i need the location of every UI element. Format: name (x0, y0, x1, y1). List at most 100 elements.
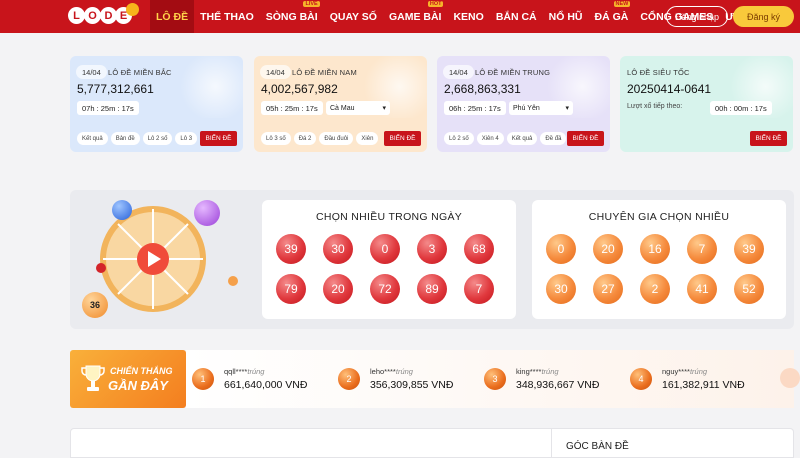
next-arrow[interactable] (780, 368, 800, 388)
card-subtitle: Lượt xổ tiếp theo: (627, 103, 683, 110)
lucky-wheel[interactable] (98, 204, 208, 314)
bottom-right-title: GÓC BÀN ĐỀ (566, 441, 629, 452)
card-link-chip[interactable]: Đầu đuôi (319, 132, 354, 145)
register-button[interactable]: Đăng ký (733, 6, 794, 27)
number-ball[interactable]: 79 (276, 274, 306, 304)
card-timer: 00h : 00m : 17s (710, 101, 772, 115)
number-ball[interactable]: 72 (370, 274, 400, 304)
winner-username: nguy**** (662, 367, 690, 376)
winner-status: trúng (395, 367, 413, 376)
card-link-chip[interactable]: Đề đầ (540, 132, 567, 145)
lottery-card[interactable]: 14/04 LÔ ĐỀ MIỀN BẮC 5,777,312,661 07h : 25… (70, 56, 243, 152)
card-link-chip[interactable]: Đá 2 (293, 132, 317, 145)
number-ball[interactable]: 89 (417, 274, 447, 304)
nav-item-label: NỔ HŨ (548, 10, 583, 23)
lottery-card[interactable]: 14/04 LÔ ĐỀ MIỀN NAM 4,002,567,982 05h : 25… (254, 56, 427, 152)
nav-item-label: LÔ ĐỀ (156, 10, 189, 23)
province-select-value: Cà Mau (330, 104, 355, 112)
winner-entry: 2 leho****trúng 356,309,855 VNĐ (338, 362, 478, 396)
card-timer: 07h : 25m : 17s (77, 101, 139, 115)
card-link-chip[interactable]: Lô 2 số (444, 132, 474, 145)
wheel-ball-number: 36 (82, 292, 108, 318)
nav-item-label: BẮN CÁ (495, 10, 537, 23)
number-ball[interactable]: 39 (734, 234, 764, 264)
province-select[interactable]: Cà Mau ▾ (326, 101, 390, 115)
card-link-chip[interactable]: Xiên 4 (476, 132, 504, 145)
card-cta-button[interactable]: BIỂN ĐỀ (200, 131, 237, 146)
number-ball[interactable]: 52 (734, 274, 764, 304)
card-link-chip[interactable]: Kết quả (77, 132, 108, 145)
card-amount: 5,777,312,661 (77, 82, 154, 96)
nav-item[interactable]: LÔ ĐỀ (150, 0, 195, 33)
number-ball[interactable]: 0 (370, 234, 400, 264)
number-ball[interactable]: 20 (593, 234, 623, 264)
logo-letter: L (68, 7, 85, 24)
nav-item[interactable]: THỂ THAO (194, 0, 260, 33)
nav-item[interactable]: ĐÁ GÀ NEW (589, 0, 635, 33)
card-link-chip[interactable]: Bản đề (110, 132, 140, 145)
winner-username: qqll**** (224, 367, 248, 376)
winner-entry: 4 nguy****trúng 161,382,911 VNĐ (630, 362, 770, 396)
nav-item[interactable]: NỔ HŨ (543, 0, 589, 33)
winner-entry: 3 king****trúng 348,936,667 VNĐ (484, 362, 624, 396)
number-ball[interactable]: 30 (546, 274, 576, 304)
card-title: LÔ ĐỀ MIỀN NAM (292, 68, 357, 77)
card-link-chip[interactable]: Lô 3 (175, 132, 198, 145)
number-ball[interactable]: 7 (464, 274, 494, 304)
nav-item[interactable]: GAME BÀI HOT (383, 0, 448, 33)
number-ball[interactable]: 7 (687, 234, 717, 264)
winner-rank: 4 (630, 368, 652, 390)
site-logo[interactable]: L O D E (66, 3, 139, 31)
winner-status: trúng (247, 367, 265, 376)
card-title: LÔ ĐỀ SIÊU TỐC (627, 68, 690, 77)
number-ball[interactable]: 39 (276, 234, 306, 264)
nav-item[interactable]: BẮN CÁ (490, 0, 543, 33)
nav-item-badge: LIVE (303, 1, 320, 7)
card-cta-button[interactable]: BIỂN ĐỀ (567, 131, 604, 146)
nav-item[interactable]: QUAY SỐ (324, 0, 383, 33)
winner-name: leho****trúng (370, 367, 413, 376)
chevron-down-icon: ▾ (382, 105, 386, 112)
number-ball[interactable]: 16 (640, 234, 670, 264)
card-amount: 2,668,863,331 (444, 82, 521, 96)
daily-picks-box: CHỌN NHIỀU TRONG NGÀY 39 30 0 3 68 79 20 72 89 7 (262, 200, 516, 319)
number-ball[interactable]: 3 (417, 234, 447, 264)
winner-rank: 1 (192, 368, 214, 390)
number-ball[interactable]: 0 (546, 234, 576, 264)
card-title: LÔ ĐỀ MIỀN TRUNG (475, 68, 551, 77)
card-link-chip[interactable]: Xiên (356, 132, 379, 145)
nav-item-label: THỂ THAO (200, 10, 254, 23)
card-cta-button[interactable]: BIỂN ĐỀ (384, 131, 421, 146)
card-links: Kết quả Bản đề Lô 2 số Lô 3 (77, 132, 198, 145)
recent-winners-heading: CHIẾN THẮNG GẦN ĐÂY (70, 350, 186, 408)
winner-amount: 348,936,667 VNĐ (516, 379, 600, 391)
card-illustration (177, 56, 243, 118)
recent-winners-line1: CHIẾN THẮNG (110, 366, 173, 376)
card-link-chip[interactable]: Lô 3 số (261, 132, 291, 145)
lottery-card[interactable]: 14/04 LÔ ĐỀ MIỀN TRUNG 2,668,863,331 06h : … (437, 56, 610, 152)
nav-item[interactable]: SÒNG BÀI LIVE (260, 0, 324, 33)
expert-picks-title: CHUYÊN GIA CHỌN NHIỀU (588, 211, 730, 223)
card-cta-button[interactable]: BIỂN ĐỀ (750, 131, 787, 146)
expert-picks-box: CHUYÊN GIA CHỌN NHIỀU 0 20 16 7 39 30 27 2 41 52 (532, 200, 786, 319)
card-date: 14/04 (76, 65, 107, 79)
number-ball[interactable]: 30 (323, 234, 353, 264)
login-button[interactable]: Đăng nhập (666, 6, 728, 27)
card-link-chip[interactable]: Lô 2 số (142, 132, 173, 145)
number-ball[interactable]: 27 (593, 274, 623, 304)
number-ball[interactable]: 20 (323, 274, 353, 304)
winner-username: leho**** (370, 367, 396, 376)
nav-item-label: KENO (453, 10, 484, 23)
card-link-chip[interactable]: Kết quả (506, 132, 538, 145)
card-timer: 06h : 25m : 17s (444, 101, 506, 115)
number-ball[interactable]: 2 (640, 274, 670, 304)
number-ball[interactable]: 68 (464, 234, 494, 264)
lottery-card[interactable]: LÔ ĐỀ SIÊU TỐC 20250414-0641 Lượt xổ tiếp … (620, 56, 793, 152)
province-select[interactable]: Phú Yên ▾ (509, 101, 573, 115)
number-ball[interactable]: 41 (687, 274, 717, 304)
nav-item[interactable]: KENO (447, 0, 489, 33)
nav-item-label: ĐÁ GÀ (594, 10, 629, 23)
recent-winners-line2: GẦN ĐÂY (108, 378, 168, 393)
card-timer: 05h : 25m : 17s (261, 101, 323, 115)
card-amount: 4,002,567,982 (261, 82, 338, 96)
